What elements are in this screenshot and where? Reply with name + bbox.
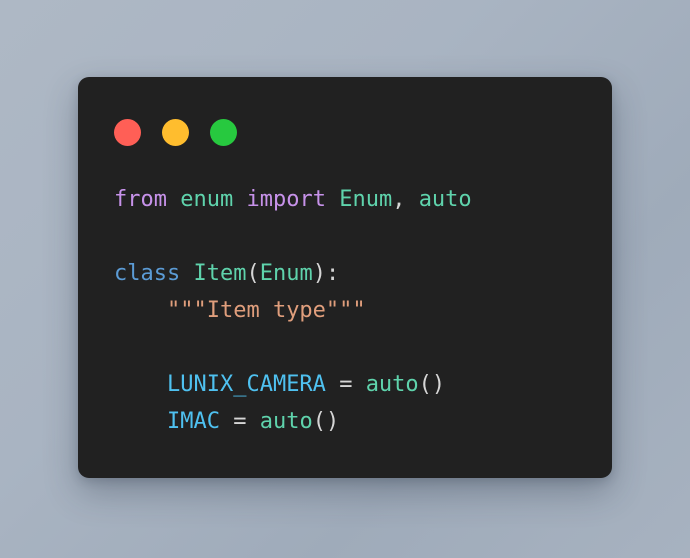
code-token-name: Enum	[339, 187, 393, 212]
code-token-keyword: from	[114, 187, 167, 212]
code-token-name: enum	[180, 187, 234, 212]
code-token-name: auto	[259, 409, 313, 434]
maximize-dot-icon[interactable]	[210, 119, 237, 146]
code-token-constant: IMAC	[166, 409, 220, 434]
code-line: IMAC = auto()	[114, 403, 600, 440]
code-token-punct: )	[325, 409, 340, 434]
code-token-declaration: class	[114, 261, 181, 286]
code-line: LUNIX_CAMERA = auto()	[114, 366, 600, 403]
code-line: class Item(Enum):	[114, 255, 600, 292]
code-token-name: auto	[365, 372, 419, 397]
code-line: """Item type"""	[114, 292, 600, 329]
code-token-docstring: """Item type"""	[166, 298, 366, 323]
code-token-operator: =	[233, 409, 247, 434]
code-token-punct: (	[418, 372, 432, 397]
close-dot-icon[interactable]	[114, 119, 141, 146]
code-token-keyword: import	[246, 187, 326, 212]
minimize-dot-icon[interactable]	[162, 119, 189, 146]
code-line: from enum import Enum, auto	[114, 181, 600, 218]
code-token-operator: =	[339, 372, 353, 397]
code-token-punct: (	[312, 409, 326, 434]
screenshot-root: from enum import Enum, auto class Item(En…	[0, 0, 690, 558]
code-token-punct: )	[312, 261, 326, 286]
code-snippet-card: from enum import Enum, auto class Item(En…	[78, 77, 612, 478]
code-block[interactable]: from enum import Enum, auto class Item(En…	[114, 181, 600, 440]
code-token-name: Item	[193, 261, 247, 286]
window-controls	[114, 119, 237, 146]
code-token-punct: ,	[392, 187, 406, 212]
code-token-punct: )	[431, 372, 446, 397]
code-token-constant: LUNIX_CAMERA	[166, 372, 326, 397]
code-token-punct: (	[246, 261, 260, 286]
code-token-punct: :	[325, 261, 340, 286]
code-token-name: auto	[418, 187, 472, 212]
code-token-name: Enum	[259, 261, 313, 286]
